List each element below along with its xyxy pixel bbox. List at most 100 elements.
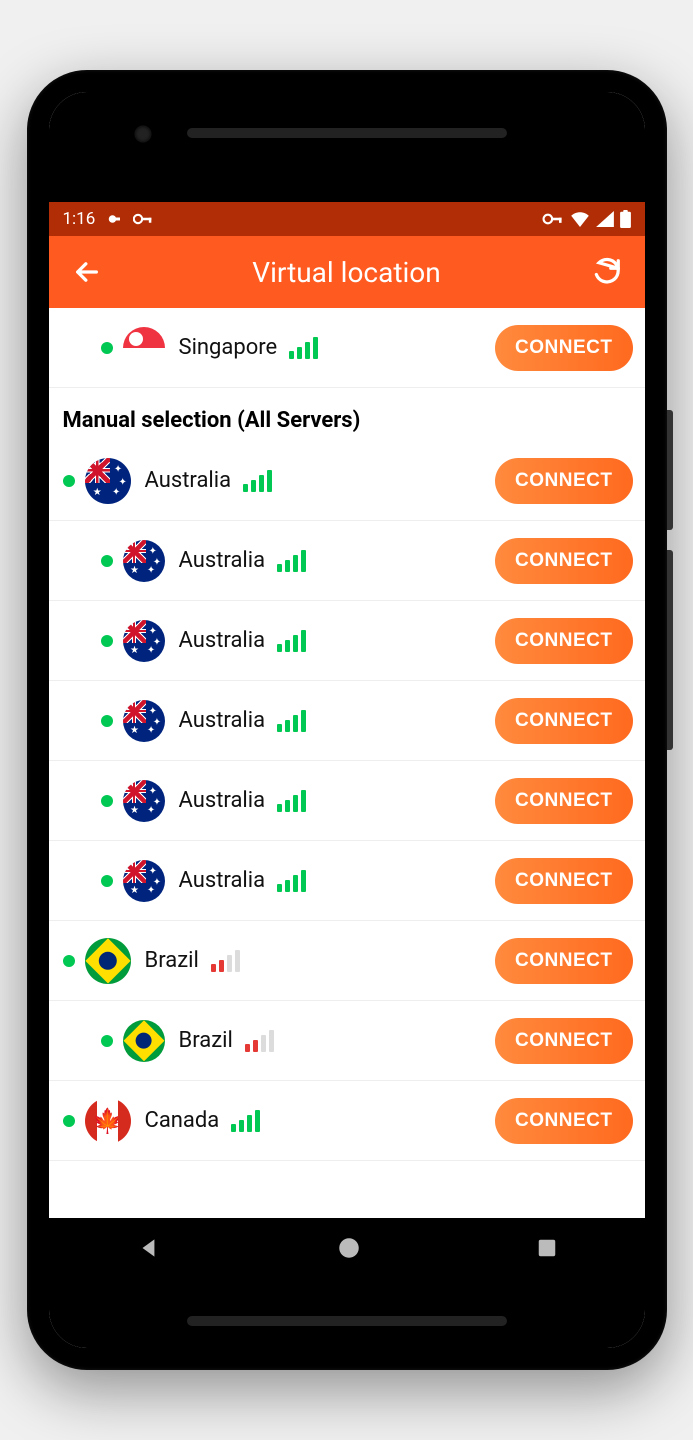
status-dot-icon (101, 795, 113, 807)
flag-icon-au: ★✦✦✦ (123, 780, 165, 822)
signal-bar (251, 480, 256, 492)
vpn-notif-icon (105, 210, 123, 228)
page-title: Virtual location (49, 256, 645, 289)
connect-button[interactable]: CONNECT (495, 778, 632, 824)
server-row[interactable]: ★✦✦✦ Australia CONNECT (49, 601, 645, 681)
signal-bar (301, 790, 306, 812)
flag-icon-sg (123, 327, 165, 369)
connect-button[interactable]: CONNECT (495, 938, 632, 984)
speaker-bottom (187, 1316, 507, 1326)
flag-icon-ca: 🍁 (85, 1098, 131, 1144)
connect-button[interactable]: CONNECT (495, 458, 632, 504)
nav-home-button[interactable] (336, 1235, 362, 1261)
refresh-button[interactable] (587, 252, 627, 292)
server-row[interactable]: Brazil CONNECT (49, 921, 645, 1001)
signal-bar (285, 800, 290, 812)
signal-bar (253, 1040, 258, 1052)
signal-strength-icon (277, 870, 306, 892)
signal-bar (277, 804, 282, 812)
signal-bar (269, 1030, 274, 1052)
country-name: Australia (179, 628, 266, 653)
signal-strength-icon (245, 1030, 274, 1052)
signal-bar (305, 342, 310, 359)
server-row[interactable]: 🍁 Canada CONNECT (49, 1081, 645, 1161)
status-dot-icon (101, 875, 113, 887)
signal-bar (293, 635, 298, 652)
country-name: Brazil (145, 948, 199, 973)
signal-bar (239, 1120, 244, 1132)
signal-bar (261, 1035, 266, 1052)
signal-bar (289, 351, 294, 359)
status-dot-icon (63, 475, 75, 487)
flag-icon-au: ★✦✦✦ (123, 860, 165, 902)
status-dot-icon (63, 1115, 75, 1127)
nav-recent-button[interactable] (536, 1237, 558, 1259)
server-row[interactable]: Brazil CONNECT (49, 1001, 645, 1081)
country-name: Australia (145, 468, 232, 493)
android-nav-bar (49, 1218, 645, 1278)
vpn-key-icon (542, 213, 564, 225)
server-row[interactable]: ★✦✦✦ Australia CONNECT (49, 681, 645, 761)
connect-button[interactable]: CONNECT (495, 1018, 632, 1064)
signal-strength-icon (289, 337, 318, 359)
flag-icon-br (123, 1020, 165, 1062)
status-dot-icon (101, 715, 113, 727)
nav-back-button[interactable] (136, 1235, 162, 1261)
server-row[interactable]: ★✦✦✦ Australia CONNECT (49, 441, 645, 521)
signal-strength-icon (277, 630, 306, 652)
signal-bar (211, 964, 216, 972)
signal-bar (227, 955, 232, 972)
connect-button[interactable]: CONNECT (495, 858, 632, 904)
country-name: Australia (179, 868, 266, 893)
signal-bar (277, 644, 282, 652)
status-dot-icon (101, 635, 113, 647)
screen: 1:16 (49, 92, 645, 1348)
signal-strength-icon (243, 470, 272, 492)
signal-bar (293, 555, 298, 572)
signal-bar (255, 1110, 260, 1132)
signal-strength-icon (277, 790, 306, 812)
side-button (667, 550, 673, 750)
country-name: Brazil (179, 1028, 233, 1053)
signal-bar (293, 795, 298, 812)
status-dot-icon (101, 342, 113, 354)
signal-bar (259, 475, 264, 492)
signal-bar (285, 720, 290, 732)
signal-bar (245, 1044, 250, 1052)
flag-icon-au: ★✦✦✦ (123, 540, 165, 582)
status-dot-icon (101, 555, 113, 567)
connect-button[interactable]: CONNECT (495, 698, 632, 744)
signal-bar (267, 470, 272, 492)
flag-icon-br (85, 938, 131, 984)
server-row[interactable]: Singapore CONNECT (49, 308, 645, 388)
back-button[interactable] (67, 252, 107, 292)
signal-bar (219, 960, 224, 972)
signal-bar (313, 337, 318, 359)
signal-strength-icon (277, 710, 306, 732)
signal-bar (277, 884, 282, 892)
server-row[interactable]: ★✦✦✦ Australia CONNECT (49, 761, 645, 841)
connect-button[interactable]: CONNECT (495, 538, 632, 584)
signal-bar (285, 880, 290, 892)
server-row[interactable]: ★✦✦✦ Australia CONNECT (49, 521, 645, 601)
app-bar: Virtual location (49, 236, 645, 308)
phone-frame: 1:16 (27, 70, 667, 1370)
connect-button[interactable]: CONNECT (495, 618, 632, 664)
wifi-icon (570, 211, 590, 227)
bezel-top (49, 92, 645, 202)
server-row[interactable]: ★✦✦✦ Australia CONNECT (49, 841, 645, 921)
signal-strength-icon (231, 1110, 260, 1132)
server-list[interactable]: Singapore CONNECT Manual selection (All … (49, 308, 645, 1218)
connect-button[interactable]: CONNECT (495, 1098, 632, 1144)
signal-bar (247, 1115, 252, 1132)
key-icon (133, 213, 153, 225)
connect-button[interactable]: CONNECT (495, 325, 632, 371)
country-name: Australia (179, 708, 266, 733)
signal-bar (285, 640, 290, 652)
signal-bar (231, 1124, 236, 1132)
bezel-bottom (49, 1278, 645, 1348)
flag-icon-au: ★✦✦✦ (123, 700, 165, 742)
status-dot-icon (63, 955, 75, 967)
signal-bar (235, 950, 240, 972)
signal-bar (285, 560, 290, 572)
